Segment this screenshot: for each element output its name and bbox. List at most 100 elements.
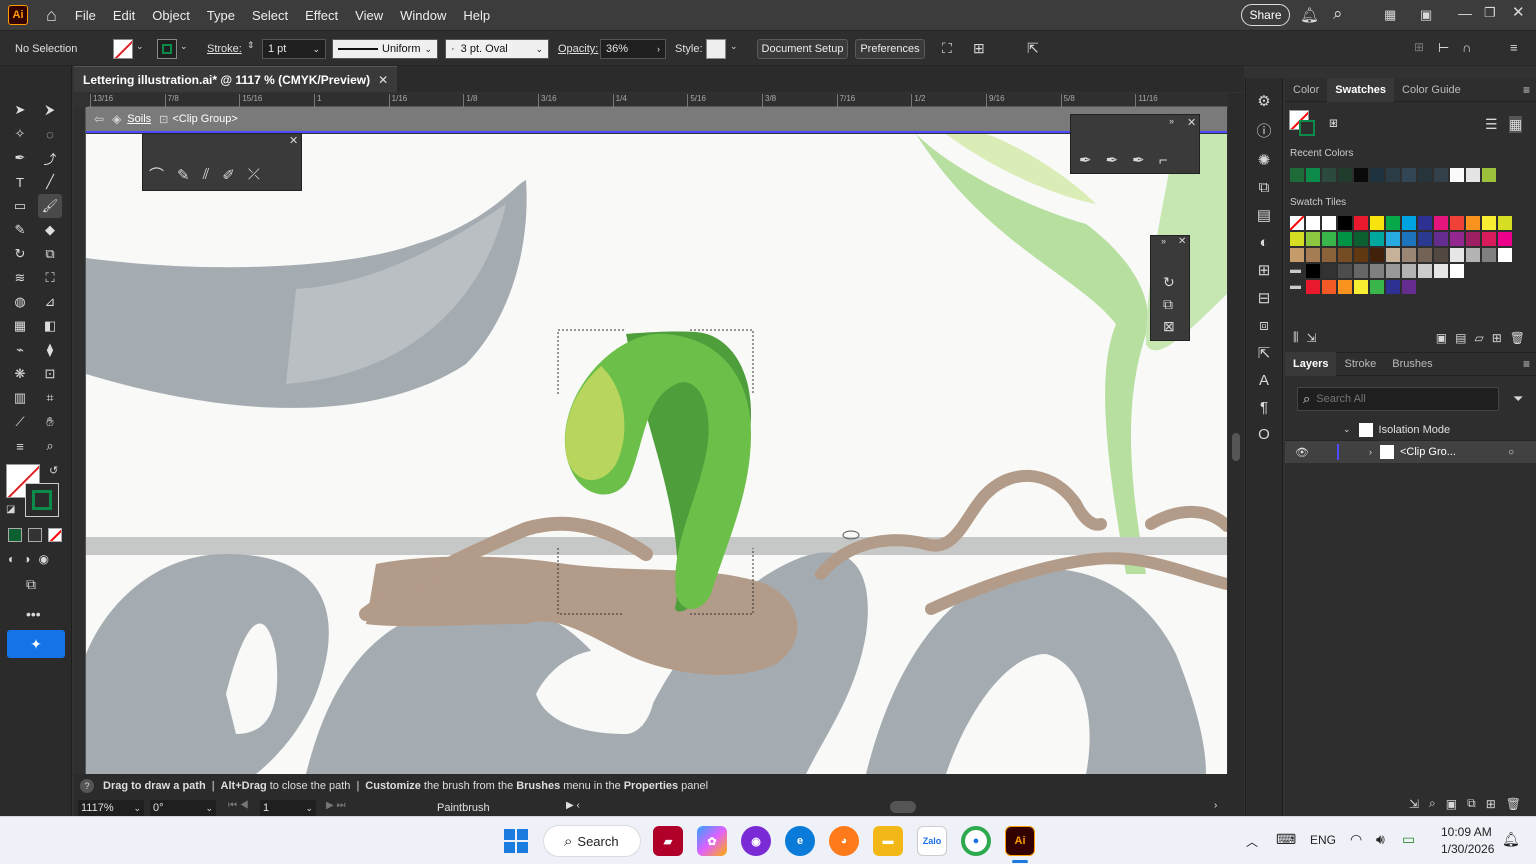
line-tool-icon[interactable]: ╱ xyxy=(38,170,62,194)
transform-icon[interactable]: ∩ xyxy=(1462,40,1471,55)
align-icon[interactable]: ⊞ xyxy=(1414,40,1424,54)
pathfinder-icon[interactable]: ⧈ xyxy=(1259,317,1269,334)
screen-mode-icon[interactable]: ⧉ xyxy=(26,576,36,593)
fill-swatch[interactable] xyxy=(113,39,133,59)
tab-layers[interactable]: Layers xyxy=(1285,352,1337,376)
rectangle-tool-icon[interactable]: ▭ xyxy=(8,194,32,218)
minimize-icon[interactable]: — xyxy=(1458,5,1472,21)
opacity-input[interactable]: 36% › xyxy=(600,39,666,59)
swatch-tile[interactable] xyxy=(1450,216,1464,230)
swatch-tile[interactable] xyxy=(1354,216,1368,230)
place-swatch-icon[interactable]: ⇲ xyxy=(1307,331,1317,345)
swatch-tile[interactable] xyxy=(1306,232,1320,246)
show-hidden-icons-icon[interactable]: ︿ xyxy=(1246,833,1258,850)
close-tab-icon[interactable]: ✕ xyxy=(378,73,388,87)
mesh-tool-icon[interactable]: ▦ xyxy=(8,314,32,338)
align-panel-icon[interactable]: ⊟ xyxy=(1258,289,1271,307)
arrange-documents-icon[interactable]: ▣ xyxy=(1420,7,1432,23)
menu-view[interactable]: View xyxy=(355,8,383,23)
swatch-tile[interactable] xyxy=(1338,216,1352,230)
swatch-tile[interactable] xyxy=(1354,280,1368,294)
collapse-panel-icon[interactable]: » xyxy=(1169,116,1174,126)
horizontal-scroll-thumb[interactable] xyxy=(890,801,916,813)
language-indicator[interactable]: ENG xyxy=(1310,833,1336,847)
breadcrumb-layer[interactable]: Soils xyxy=(127,113,151,125)
tab-color[interactable]: Color xyxy=(1285,78,1327,102)
swatch-tile[interactable] xyxy=(1386,264,1400,278)
menu-file[interactable]: File xyxy=(75,8,96,23)
scroll-right-icon[interactable]: › xyxy=(1214,800,1217,811)
chevron-down-icon[interactable]: ⌄ xyxy=(1343,424,1351,435)
clock-date[interactable]: 1/30/2026 xyxy=(1441,842,1494,856)
app-icon-game[interactable]: ▰ xyxy=(653,826,683,856)
transparency-icon[interactable]: ◐ xyxy=(1259,234,1268,251)
restore-icon[interactable]: ❐ xyxy=(1484,5,1496,21)
vertical-scrollbar[interactable] xyxy=(1228,93,1244,774)
style-swatch[interactable] xyxy=(706,39,726,59)
recent-color-swatch[interactable] xyxy=(1370,168,1384,182)
layers-search[interactable]: ⌕ xyxy=(1297,387,1499,411)
perspective-grid-tool-icon[interactable]: ⊿ xyxy=(38,290,62,314)
none-swatch[interactable] xyxy=(1289,215,1305,231)
align-tool-icon[interactable]: ≡ xyxy=(8,434,32,458)
swatch-tile[interactable] xyxy=(1370,248,1384,262)
free-transform-tool-icon[interactable]: ⛶ xyxy=(38,266,62,290)
notifications-icon[interactable]: 🔔︎ xyxy=(1502,831,1520,848)
layer-row-clip-group[interactable]: 👁︎ › <Clip Gro... ○ xyxy=(1285,441,1536,463)
swatch-tile[interactable] xyxy=(1434,232,1448,246)
volume-icon[interactable]: 🔊︎ xyxy=(1376,831,1385,848)
swatch-tile[interactable] xyxy=(1338,280,1352,294)
swatch-fill-stroke[interactable] xyxy=(1289,110,1317,138)
join-tool-icon[interactable]: ⤫ xyxy=(248,166,260,183)
zalo-icon[interactable]: Zalo xyxy=(917,826,947,856)
symbol-sprayer-tool-icon[interactable]: ❋ xyxy=(8,362,32,386)
target-icon[interactable]: ○ xyxy=(1508,447,1514,458)
swatch-tile[interactable] xyxy=(1418,232,1432,246)
battery-icon[interactable]: ▭ xyxy=(1402,831,1415,848)
swatch-tile[interactable] xyxy=(1466,216,1480,230)
new-swatch-icon[interactable]: ⊞ xyxy=(1492,331,1502,345)
edge-icon[interactable]: e xyxy=(785,826,815,856)
swatch-tile[interactable] xyxy=(1290,248,1304,262)
close-panel-icon[interactable]: ✕ xyxy=(1187,116,1196,129)
delete-anchor-point-icon[interactable]: ✒ xyxy=(1132,151,1145,169)
recent-color-swatch[interactable] xyxy=(1386,168,1400,182)
tab-stroke[interactable]: Stroke xyxy=(1336,352,1384,376)
swatch-tile[interactable] xyxy=(1386,280,1400,294)
info-icon[interactable]: ⓘ xyxy=(1256,120,1271,141)
rotate-view-icon[interactable]: ↻ xyxy=(1163,274,1175,291)
first-artboard-icon[interactable]: ⏮ ◀ xyxy=(228,800,249,811)
collapse-panel-icon[interactable]: » xyxy=(1161,236,1166,246)
character-icon[interactable]: A xyxy=(1259,372,1269,389)
close-panel-icon[interactable]: ✕ xyxy=(1178,236,1186,247)
new-sublayer-icon[interactable]: ⧉ xyxy=(1467,796,1476,811)
opacity-label[interactable]: Opacity: xyxy=(558,43,598,55)
wifi-icon[interactable]: ◠ xyxy=(1350,831,1362,848)
swatch-tile[interactable] xyxy=(1482,216,1496,230)
status-menu-icon[interactable]: ▶ ‹ xyxy=(566,800,580,811)
swatch-tile[interactable] xyxy=(1450,264,1464,278)
draw-inside-icon[interactable]: ◉ xyxy=(39,552,49,566)
recent-color-swatch[interactable] xyxy=(1434,168,1448,182)
swatch-tile[interactable] xyxy=(1322,280,1336,294)
menu-object[interactable]: Object xyxy=(152,8,190,23)
close-panel-icon[interactable]: ✕ xyxy=(289,134,298,147)
panel-menu-icon[interactable]: ≡ xyxy=(1510,40,1518,55)
paragraph-icon[interactable]: ¶ xyxy=(1260,399,1268,416)
arrange-icon[interactable]: ⛶ xyxy=(942,40,952,57)
document-setup-button[interactable]: Document Setup xyxy=(757,39,848,59)
fill-dropdown-icon[interactable]: ⌄ xyxy=(136,41,144,52)
blend-tool-icon[interactable]: ⧫ xyxy=(38,338,62,362)
grid-view-icon[interactable]: ▦ xyxy=(1509,116,1523,133)
slice-tool-icon[interactable]: ⌗ xyxy=(38,386,62,410)
swatch-tile[interactable] xyxy=(1322,264,1336,278)
swatch-tile[interactable] xyxy=(1450,248,1464,262)
tab-color-guide[interactable]: Color Guide xyxy=(1394,78,1469,102)
artboard-number-input[interactable]: 1 ⌄ xyxy=(260,800,316,816)
menu-effect[interactable]: Effect xyxy=(305,8,338,23)
color-mode-icon[interactable] xyxy=(8,528,22,542)
swatch-tile[interactable] xyxy=(1354,264,1368,278)
new-layer-icon[interactable]: ⊞ xyxy=(1486,797,1496,811)
stroke-stepper-icon[interactable]: ⇕ xyxy=(247,40,255,51)
knife-tool-icon[interactable]: ⟋ xyxy=(8,410,32,434)
